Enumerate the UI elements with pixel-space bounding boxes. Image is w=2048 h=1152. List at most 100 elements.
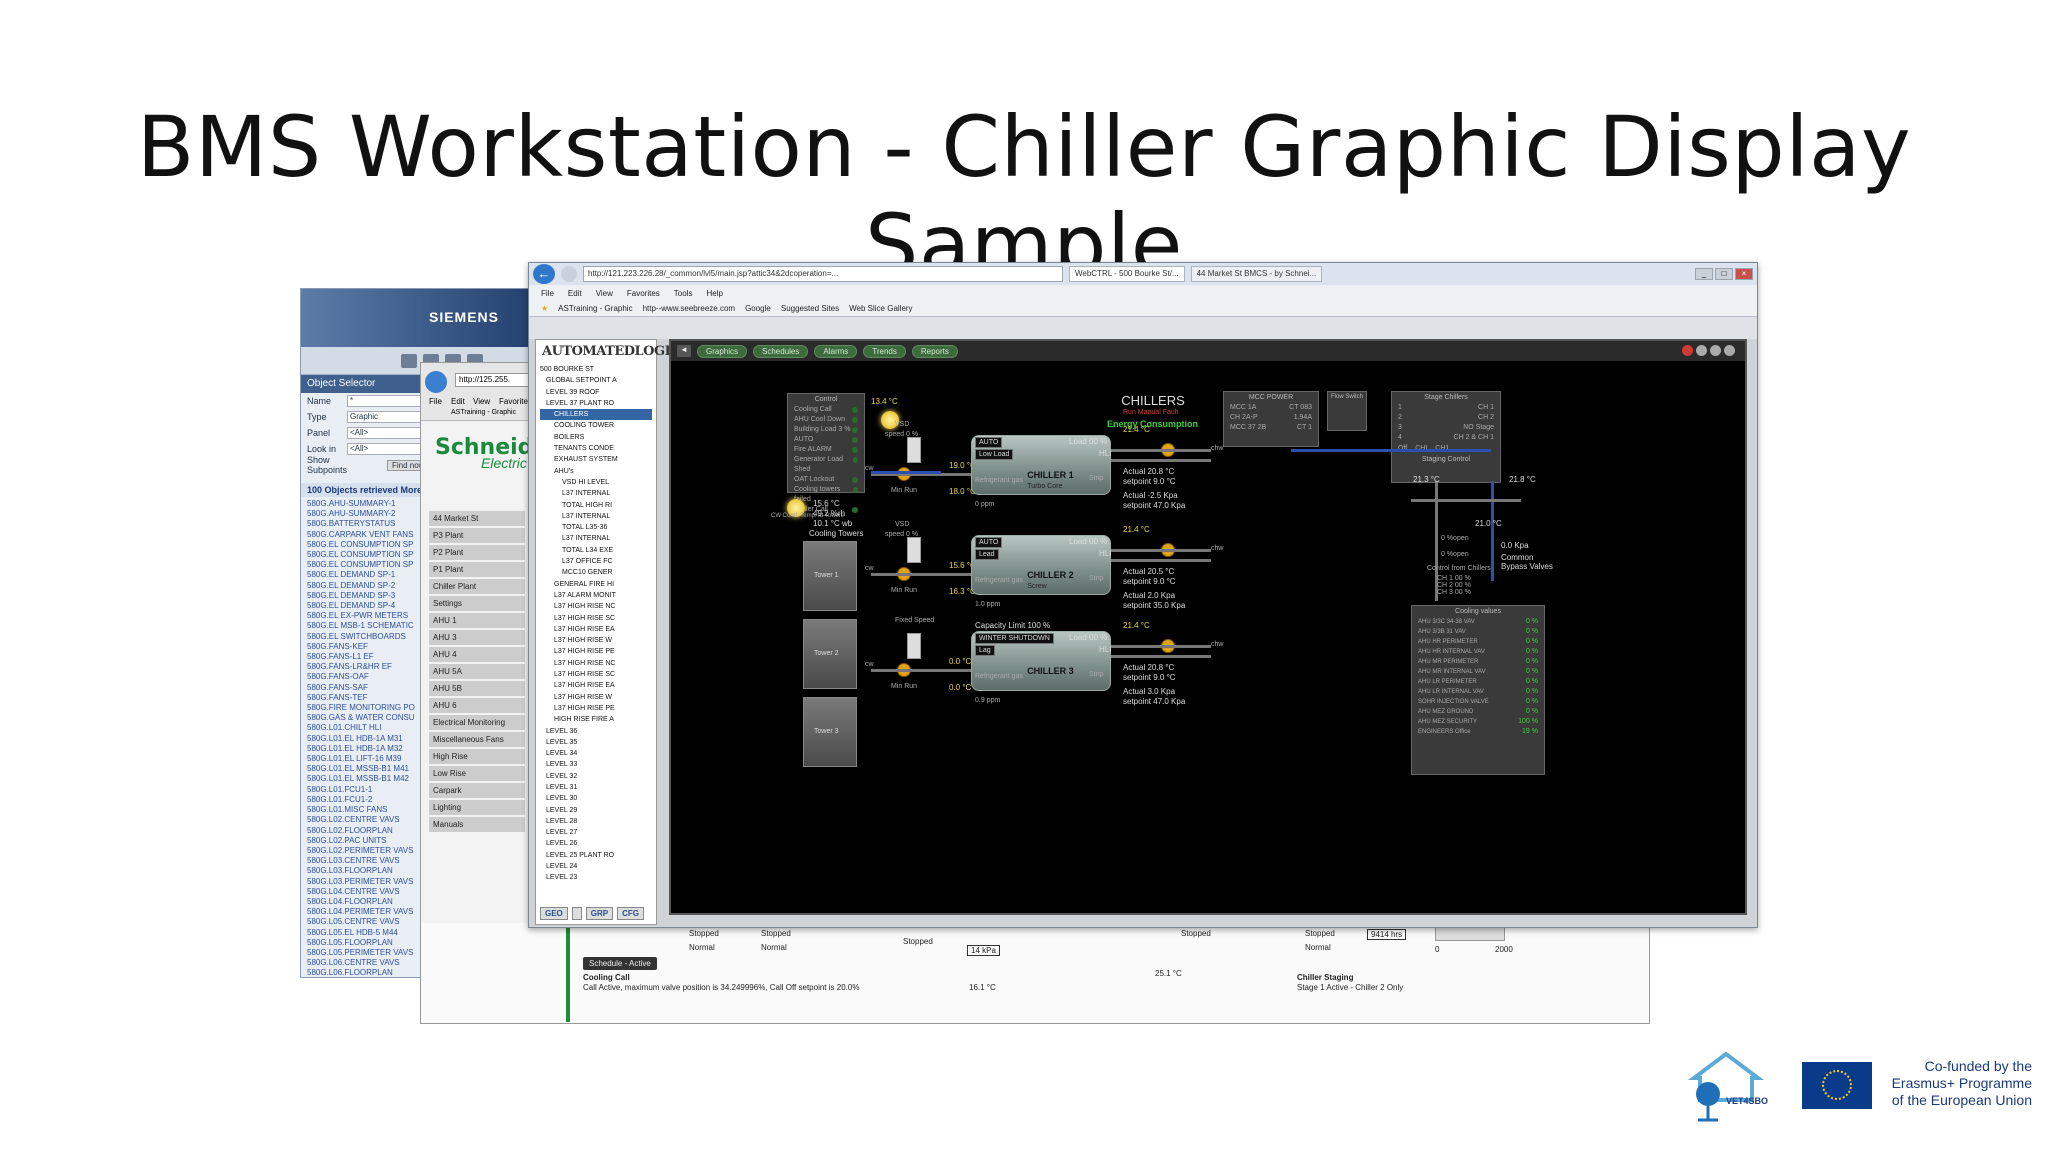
graphic-nav-alarms[interactable]: Alarms [814,344,858,358]
tree-item[interactable]: LEVEL 25 PLANT RO [540,850,652,861]
tree-item[interactable]: L37 HIGH RISE EA [540,624,652,635]
favorites-star-icon[interactable]: ★ [541,304,548,313]
tree-footer-button[interactable]: GEO [540,907,568,920]
help-icon[interactable] [1724,345,1735,356]
tree-item[interactable]: LEVEL 33 [540,759,652,770]
schneider-fav-link[interactable]: ASTraining - Graphic [451,409,516,416]
tab-schneider[interactable]: 44 Market St BMCS - by Schnei... [1190,266,1323,282]
graphic-back-icon[interactable]: ◄ [677,345,691,357]
menu-item[interactable]: Favorites [627,289,660,298]
minimize-icon[interactable]: _ [1695,268,1713,280]
tree-item[interactable]: LEVEL 28 [540,816,652,827]
tree-item[interactable]: LEVEL 31 [540,782,652,793]
tree-item[interactable]: L37 OFFICE FC [540,556,652,567]
tree-item[interactable]: BOILERS [540,432,652,443]
tree-item[interactable]: MCC10 GENER [540,567,652,578]
schneider-nav-item[interactable]: P3 Plant [429,528,525,543]
tree-item[interactable]: L37 HIGH RISE SC [540,613,652,624]
menu-item[interactable]: Tools [674,289,693,298]
schneider-menu-edit[interactable]: Edit [451,397,465,406]
energy-consumption-link[interactable]: Energy Consumption [1107,419,1198,429]
flow-switch-panel[interactable]: Flow Switch [1327,391,1367,431]
tree-footer-button[interactable]: CFG [617,907,645,920]
chiller-mode[interactable]: WINTER SHUTDOWN [975,633,1054,644]
vsd-drive-icon[interactable] [907,633,921,659]
tree-item[interactable]: VSD HI LEVEL [540,477,652,488]
schneider-nav-item[interactable]: Electrical Monitoring [429,715,525,730]
address-bar[interactable]: http://121.223.226.28/_common/lvl5/main.… [583,266,1063,282]
tree-item[interactable]: CHILLERS [540,409,652,421]
tree-item[interactable]: LEVEL 32 [540,771,652,782]
tree-item[interactable]: LEVEL 35 [540,737,652,748]
schneider-nav-item[interactable]: P1 Plant [429,562,525,577]
tree-item[interactable]: HIGH RISE FIRE A [540,714,652,725]
graphic-nav-graphics[interactable]: Graphics [697,344,748,358]
chiller-mode[interactable]: AUTO [975,437,1003,448]
menu-item[interactable]: Help [706,289,722,298]
schneider-nav-item[interactable]: AHU 6 [429,698,525,713]
tree-item[interactable]: TENANTS CONDE [540,443,652,454]
tree-item[interactable]: L37 HIGH RISE PE [540,646,652,657]
back-icon[interactable]: ← [533,264,555,284]
tree-item[interactable]: L37 INTERNAL [540,533,652,544]
schneider-nav-item[interactable]: AHU 1 [429,613,525,628]
tree-item[interactable]: L37 HIGH RISE SC [540,669,652,680]
schneider-nav-item[interactable]: Chiller Plant [429,579,525,594]
schneider-nav-item[interactable]: AHU 3 [429,630,525,645]
tree-item[interactable]: L37 HIGH RISE W [540,692,652,703]
schneider-nav-item[interactable]: Lighting [429,800,525,815]
tree-item[interactable]: TOTAL HIGH RI [540,500,652,511]
graphic-nav-reports[interactable]: Reports [911,344,958,358]
tree-item[interactable]: LEVEL 37 PLANT RO [540,398,652,409]
tree-item[interactable]: L37 INTERNAL [540,488,652,499]
tree-item[interactable]: LEVEL 23 [540,872,652,883]
tree-item[interactable]: COOLING TOWER [540,420,652,431]
schneider-address-bar[interactable]: http://125.255. [455,373,535,387]
schneider-menu-favorite[interactable]: Favorite [499,397,528,406]
close-icon[interactable]: × [1735,268,1753,280]
vsd-drive-icon[interactable] [907,437,921,463]
tree-item[interactable]: L37 ALARM MONIT [540,590,652,601]
tree-item[interactable]: GLOBAL SETPOINT A [540,375,652,386]
tree-item[interactable]: LEVEL 39 ROOF [540,387,652,398]
tree-item[interactable]: AHU's [540,466,652,477]
schedule-active-button[interactable]: Schedule - Active [583,957,657,970]
forward-icon[interactable] [561,266,577,282]
refresh-icon[interactable] [1710,345,1721,356]
settings-icon[interactable] [1696,345,1707,356]
tab-webctrl[interactable]: WebCTRL - 500 Bourke St/... [1069,266,1185,282]
cooling-tower-1[interactable]: Tower 1 [803,541,857,611]
schneider-nav-item[interactable]: High Rise [429,749,525,764]
tree-item[interactable]: LEVEL 34 [540,748,652,759]
tree-item[interactable]: L37 HIGH RISE W [540,635,652,646]
favorite-link[interactable]: ASTraining - Graphic [558,304,632,313]
menu-item[interactable]: File [541,289,554,298]
schneider-menu-view[interactable]: View [473,397,490,406]
cooling-tower-3[interactable]: Tower 3 [803,697,857,767]
schneider-nav-item[interactable]: P2 Plant [429,545,525,560]
tree-item[interactable]: LEVEL 29 [540,805,652,816]
menu-item[interactable]: Edit [568,289,582,298]
maximize-icon[interactable]: □ [1715,268,1733,280]
tree-item[interactable]: 500 BOURKE ST [540,364,652,375]
schneider-nav-item[interactable]: Miscellaneous Fans [429,732,525,747]
tree-item[interactable]: GENERAL FIRE HI [540,579,652,590]
alarm-icon[interactable] [1682,345,1693,356]
tree-item[interactable]: L37 HIGH RISE NC [540,658,652,669]
favorite-link[interactable]: http--www.seebreeze.com [643,304,735,313]
vsd-drive-icon[interactable] [907,537,921,563]
tree-item[interactable]: L37 HIGH RISE NC [540,601,652,612]
tree-footer-button[interactable] [571,907,582,920]
tree-item[interactable]: LEVEL 24 [540,861,652,872]
tree-item[interactable]: LEVEL 36 [540,726,652,737]
toolbar-icon[interactable] [401,353,417,368]
tree-item[interactable]: L37 HIGH RISE PE [540,703,652,714]
tree-item[interactable]: EXHAUST SYSTEM [540,454,652,465]
cooling-tower-2[interactable]: Tower 2 [803,619,857,689]
tree-item[interactable]: LEVEL 26 [540,838,652,849]
schneider-nav-item[interactable]: Settings [429,596,525,611]
tree-item[interactable]: L37 INTERNAL [540,511,652,522]
graphic-nav-trends[interactable]: Trends [863,344,906,358]
schneider-nav-item[interactable]: AHU 5B [429,681,525,696]
schneider-nav-item[interactable]: AHU 5A [429,664,525,679]
